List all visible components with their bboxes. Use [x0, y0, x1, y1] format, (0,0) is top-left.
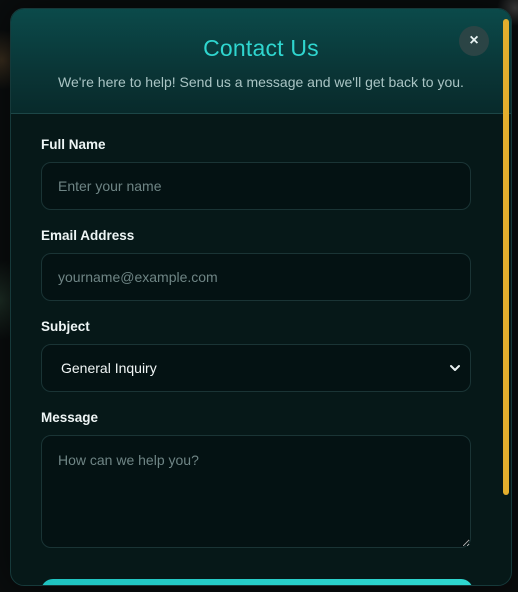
message-textarea[interactable]: [41, 435, 471, 548]
dialog-title: Contact Us: [203, 35, 319, 61]
scrollbar-thumb[interactable]: [503, 19, 509, 495]
contact-dialog: Contact Us We're here to help! Send us a…: [10, 8, 512, 586]
close-icon: ×: [469, 32, 479, 49]
close-button[interactable]: ×: [459, 26, 489, 56]
email-label: Email Address: [41, 228, 135, 243]
chevron-down-icon: [450, 365, 460, 371]
full-name-input[interactable]: [41, 162, 471, 210]
submit-button[interactable]: [41, 579, 473, 585]
full-name-label: Full Name: [41, 137, 106, 152]
subject-select[interactable]: General Inquiry: [41, 344, 471, 392]
dialog-header: Contact Us We're here to help! Send us a…: [11, 9, 511, 114]
subject-selected-value: General Inquiry: [61, 360, 157, 376]
subject-label: Subject: [41, 319, 90, 334]
email-input[interactable]: [41, 253, 471, 301]
message-label: Message: [41, 410, 99, 425]
dialog-subtitle: We're here to help! Send us a message an…: [58, 74, 464, 90]
